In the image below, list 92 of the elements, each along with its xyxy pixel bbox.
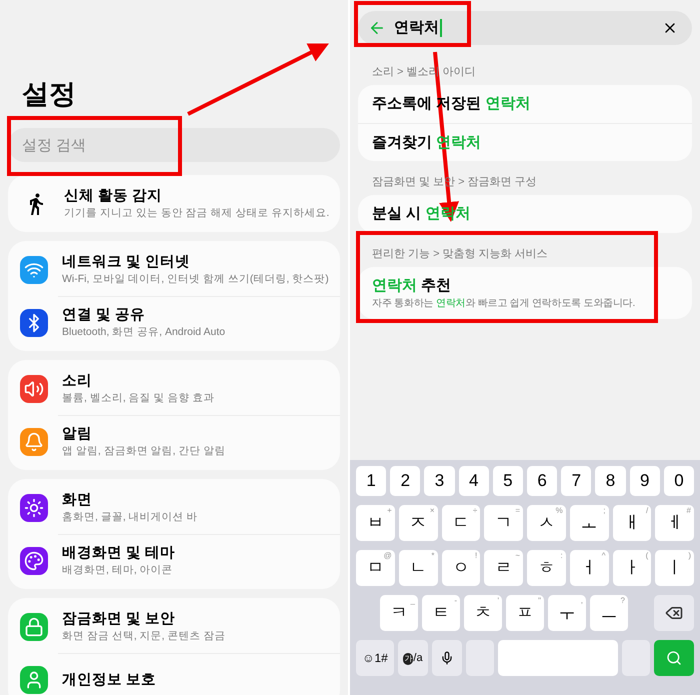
key[interactable]: ㅂ + [356, 505, 395, 541]
back-icon[interactable] [368, 19, 386, 37]
sun-icon [24, 498, 44, 518]
lock-icon [24, 616, 44, 636]
key-hint: ^ [602, 551, 606, 561]
key[interactable]: ㅐ / [612, 505, 652, 541]
key[interactable]: 6 [527, 466, 558, 496]
key[interactable]: 9 [630, 466, 660, 496]
key-hint: ( [646, 551, 648, 561]
key-hint: ? [620, 596, 625, 606]
page-title: 설정 [22, 78, 77, 111]
backspace-key[interactable] [654, 595, 694, 631]
key-hint: # [686, 506, 691, 516]
key-hint: _ [410, 596, 415, 606]
symbols-key[interactable]: ☺1# [356, 640, 394, 676]
key[interactable]: ㅜ , [548, 595, 586, 631]
key[interactable]: ㅣ ) [655, 550, 694, 586]
key[interactable]: ㅡ ? [590, 595, 628, 631]
setting-title[interactable]: 화면 [62, 490, 198, 510]
key[interactable]: 8 [595, 466, 626, 496]
key-hint: ; [603, 506, 606, 516]
key-hint: " [538, 596, 541, 606]
key-hint: % [556, 506, 563, 516]
key[interactable]: 1 [356, 466, 386, 496]
key[interactable]: ㅌ - [422, 595, 460, 631]
key[interactable]: ㅋ _ [380, 595, 418, 631]
search-bar[interactable]: 연락처 [358, 11, 692, 45]
search-field[interactable]: 설정 검색 [8, 128, 340, 162]
key-hint: / [646, 506, 648, 516]
key[interactable]: 2 [390, 466, 420, 496]
key-hint: : [560, 551, 563, 561]
result-path: 편리한 기능 > 맞춤형 지능화 서비스 [372, 247, 548, 262]
setting-title[interactable]: 알림 [62, 425, 226, 444]
key-hint: ) [688, 551, 691, 561]
key[interactable]: ㅔ # [655, 505, 694, 541]
result-title[interactable]: 연락처 추천 [372, 276, 452, 296]
key-hint: - [454, 596, 457, 606]
key-hint: + [387, 506, 392, 516]
key-hint: , [580, 596, 583, 606]
key-hint: ! [475, 551, 478, 561]
key-hint: ÷ [472, 506, 478, 516]
setting-title[interactable]: 네트워크 및 인터넷 [62, 252, 329, 272]
key[interactable]: ㄷ ÷ [442, 505, 480, 541]
key[interactable]: ㄴ * [398, 550, 438, 586]
setting-title[interactable]: 개인정보 보호 [62, 670, 156, 690]
key[interactable]: 3 [424, 466, 455, 496]
key[interactable]: ㅁ @ [356, 550, 395, 586]
mic-key[interactable] [432, 640, 462, 676]
setting-description: 화면 잠금 선택, 지문, 콘텐츠 잠금 [62, 628, 226, 644]
key[interactable]: ㅇ ! [442, 550, 480, 586]
setting-title[interactable]: 소리 [62, 372, 214, 390]
bell-icon [24, 432, 44, 452]
setting-description: 기기를 지니고 있는 동안 잠금 해제 상태로 유지하세요. [64, 206, 330, 220]
key[interactable]: 4 [458, 466, 489, 496]
setting-title[interactable]: 연결 및 공유 [62, 306, 226, 325]
setting-title[interactable]: 신체 활동 감지 [64, 186, 330, 206]
mic-icon [440, 651, 454, 665]
key[interactable]: ㅅ % [527, 505, 566, 541]
setting-description: Bluetooth, 화면 공유, Android Auto [62, 325, 226, 340]
language-key[interactable]: 가/a [398, 640, 428, 676]
key-hint: = [515, 506, 520, 516]
palette-icon [24, 551, 44, 571]
key[interactable]: ㅗ ; [570, 505, 608, 541]
search-query: 연락처 [394, 18, 439, 38]
key[interactable]: ㄱ = [484, 505, 523, 541]
key[interactable]: ㄹ ~ [484, 550, 523, 586]
key[interactable]: ㅈ × [398, 505, 438, 541]
key[interactable]: ㅊ ' [464, 595, 502, 631]
key-hint: ~ [515, 551, 520, 561]
key-hint: * [431, 551, 434, 561]
setting-description: 홈화면, 글꼴, 내비게이션 바 [62, 510, 198, 524]
setting-description: 볼륨, 벨소리, 음질 및 음향 효과 [62, 390, 214, 406]
result-description: 자주 통화하는 연락처와 빠르고 쉽게 연락하도록 도와줍니다. [372, 296, 636, 310]
key[interactable]: 5 [492, 466, 524, 496]
search-icon [666, 650, 682, 666]
search-key[interactable] [654, 640, 694, 676]
setting-description: 배경화면, 테마, 아이콘 [62, 563, 174, 578]
key-hint: @ [384, 551, 392, 561]
key[interactable]: 7 [561, 466, 592, 496]
setting-description: Wi-Fi, 모바일 데이터, 인터넷 함께 쓰기(테더링, 핫스팟) [62, 272, 329, 286]
key-hint: ' [497, 596, 499, 606]
key[interactable]: ㅍ " [506, 595, 544, 631]
key[interactable]: 0 [664, 466, 694, 496]
setting-title[interactable]: 잠금화면 및 보안 [62, 610, 226, 628]
key[interactable]: ㅏ ( [612, 550, 652, 586]
key[interactable]: ㅓ ^ [570, 550, 608, 586]
key[interactable]: ㅎ : [527, 550, 566, 586]
setting-description: 앱 알림, 잠금화면 알림, 간단 알림 [62, 444, 226, 459]
speaker-icon [24, 378, 44, 398]
setting-title[interactable]: 배경화면 및 테마 [62, 544, 176, 563]
backspace-icon [665, 604, 683, 622]
key-hint: × [430, 506, 434, 516]
